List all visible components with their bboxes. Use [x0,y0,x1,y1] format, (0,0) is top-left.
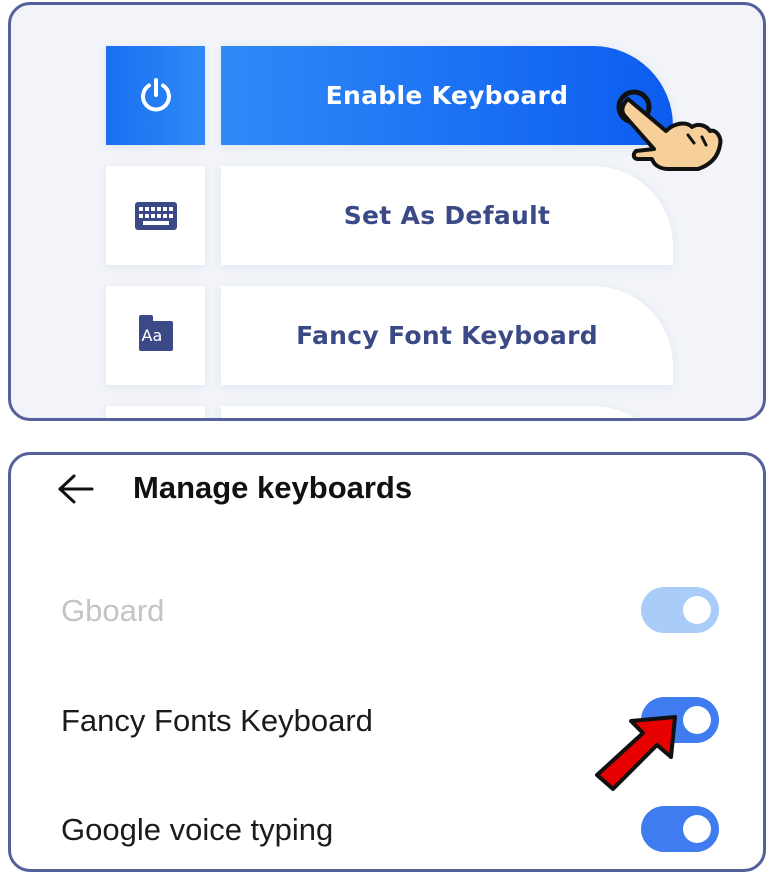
app-menu-panel: Enable Keyboard Set As Default Aa Fancy … [8,2,766,421]
power-icon [140,77,171,111]
fancy-fonts-keyboard-label: Fancy Fonts Keyboard [61,703,373,738]
set-as-default-label: Set As Default [343,201,551,230]
back-arrow-icon[interactable] [56,473,96,505]
fancy-font-icon-tile[interactable]: Aa [106,286,205,385]
next-icon-tile-partial[interactable] [106,406,205,418]
enable-keyboard-icon-tile[interactable] [106,46,205,145]
font-icon-text: Aa [141,325,163,345]
page-title: Manage keyboards [133,470,413,505]
tap-hand-icon [616,89,723,171]
font-icon: Aa [138,314,173,351]
set-default-icon-tile[interactable] [106,166,205,265]
fancy-font-keyboard-label: Fancy Font Keyboard [296,321,598,350]
fancy-font-keyboard-button[interactable]: Fancy Font Keyboard [221,286,673,385]
google-voice-typing-label: Google voice typing [61,812,334,847]
set-as-default-button[interactable]: Set As Default [221,166,673,265]
gboard-toggle[interactable] [641,587,719,633]
enable-keyboard-button[interactable]: Enable Keyboard [221,46,673,145]
toggle-knob [683,706,711,734]
toggle-knob [683,815,711,843]
google-voice-typing-toggle[interactable] [641,806,719,852]
manage-keyboards-panel: Manage keyboards Gboard Fancy Fonts Keyb… [8,452,766,872]
next-menu-button-partial[interactable] [221,406,673,418]
gboard-label: Gboard [61,593,165,628]
red-pointer-arrow-icon [595,715,677,791]
enable-keyboard-label: Enable Keyboard [325,81,569,110]
keyboard-icon [134,201,177,230]
toggle-knob [683,596,711,624]
